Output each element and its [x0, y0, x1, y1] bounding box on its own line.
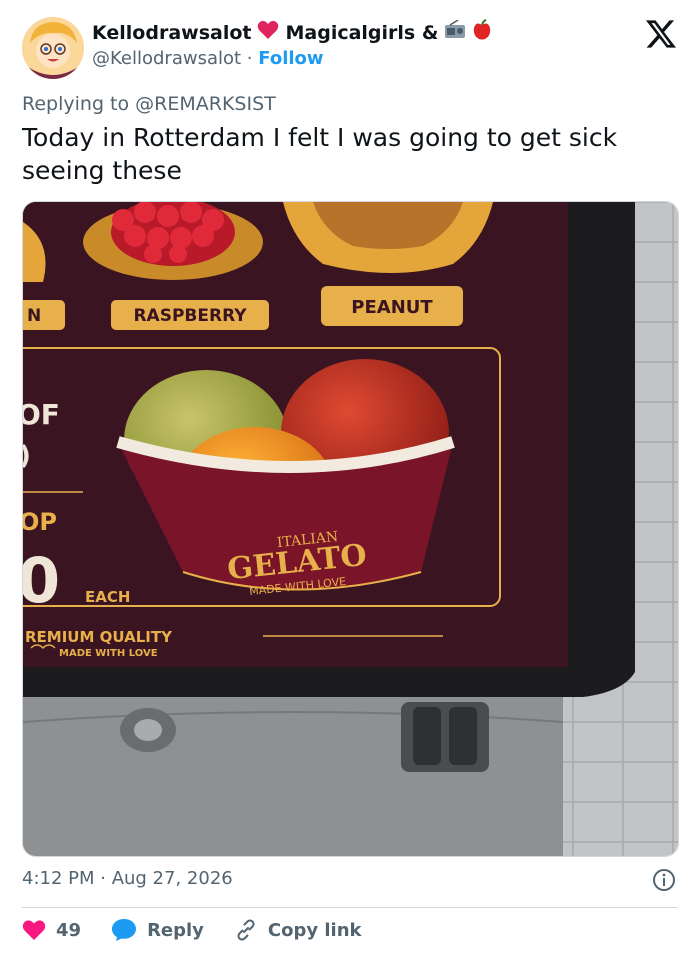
label-paren-partial: ) [23, 441, 31, 471]
label-top-partial: OP [23, 508, 57, 536]
author-name[interactable]: Kellodrawsalot [92, 22, 251, 44]
follow-button[interactable]: Follow [258, 48, 323, 69]
apple-emoji-icon [472, 19, 492, 46]
author-name-suffix: Magicalgirls & [285, 21, 439, 44]
author-handle-row: @Kellodrawsalot · Follow [92, 48, 324, 69]
info-icon[interactable] [652, 868, 676, 892]
replying-to[interactable]: Replying to @REMARKSIST [22, 93, 276, 115]
label-zero-partial: 0 [23, 544, 60, 617]
radio-emoji-icon [444, 19, 466, 45]
timestamp[interactable]: 4:12 PM · Aug 27, 2026 [22, 868, 233, 889]
heart-emoji-icon [257, 20, 279, 45]
heart-icon [22, 920, 46, 940]
link-icon [237, 919, 255, 941]
label-of-partial: OF [23, 398, 60, 431]
avatar[interactable] [22, 17, 84, 79]
label-each: EACH [85, 588, 130, 606]
action-bar: 49 Reply Copy link [22, 918, 392, 942]
reply-bubble-icon [112, 919, 137, 941]
reply-label: Reply [147, 919, 204, 941]
author-name-row[interactable]: Kellodrawsalot Magicalgirls & [92, 19, 492, 46]
like-count: 49 [56, 919, 82, 941]
tweet-text: Today in Rotterdam I felt I was going to… [22, 123, 618, 185]
gelato-sign-photo: N RASPBERRY PEANUT OF ) OP 0 EACH ITALIA… [23, 202, 678, 856]
like-button[interactable]: 49 [22, 919, 81, 941]
label-left-partial: N [27, 306, 41, 326]
reply-button[interactable]: Reply [111, 918, 204, 942]
tweet-card: Kellodrawsalot Magicalgirls & @Kellodraw… [0, 0, 700, 959]
separator: · [246, 48, 253, 69]
label-made-with-love-small: MADE WITH LOVE [59, 648, 158, 659]
copy-link-button[interactable]: Copy link [234, 918, 362, 942]
copy-link-label: Copy link [267, 919, 362, 941]
label-premium: REMIUM QUALITY [25, 628, 173, 646]
author-handle[interactable]: @Kellodrawsalot [92, 48, 241, 69]
tweet-photo[interactable]: N RASPBERRY PEANUT OF ) OP 0 EACH ITALIA… [22, 201, 679, 857]
divider [22, 907, 678, 908]
x-logo-icon[interactable] [644, 19, 678, 49]
label-raspberry: RASPBERRY [133, 306, 247, 326]
label-peanut: PEANUT [351, 297, 433, 318]
